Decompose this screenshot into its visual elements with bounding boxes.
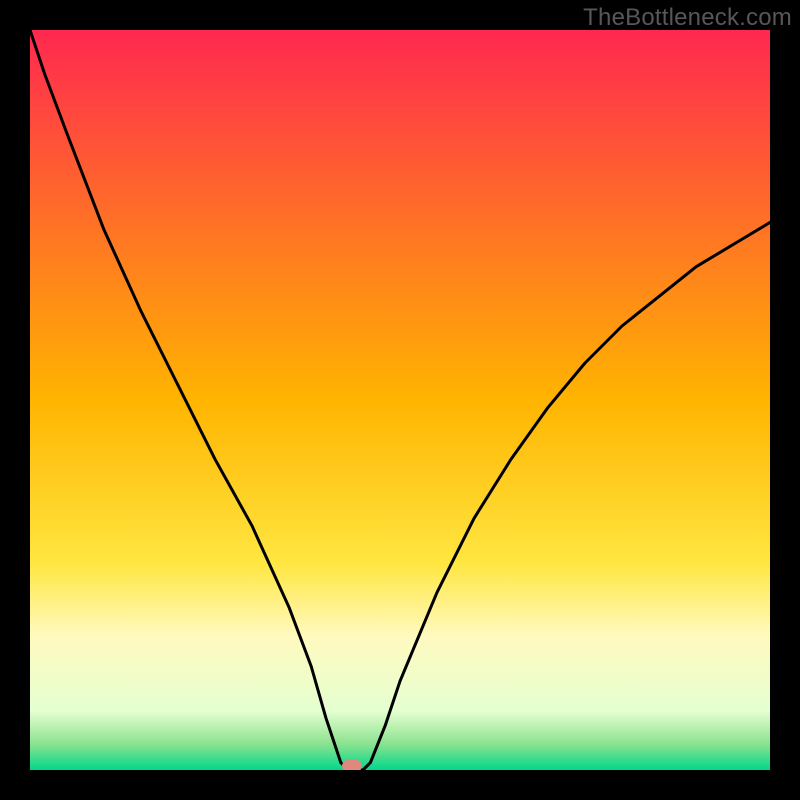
bottleneck-curve <box>30 30 770 770</box>
plot-area <box>30 30 770 770</box>
minimum-marker <box>342 760 363 770</box>
chart-frame: TheBottleneck.com <box>0 0 800 800</box>
watermark-text: TheBottleneck.com <box>583 4 792 32</box>
